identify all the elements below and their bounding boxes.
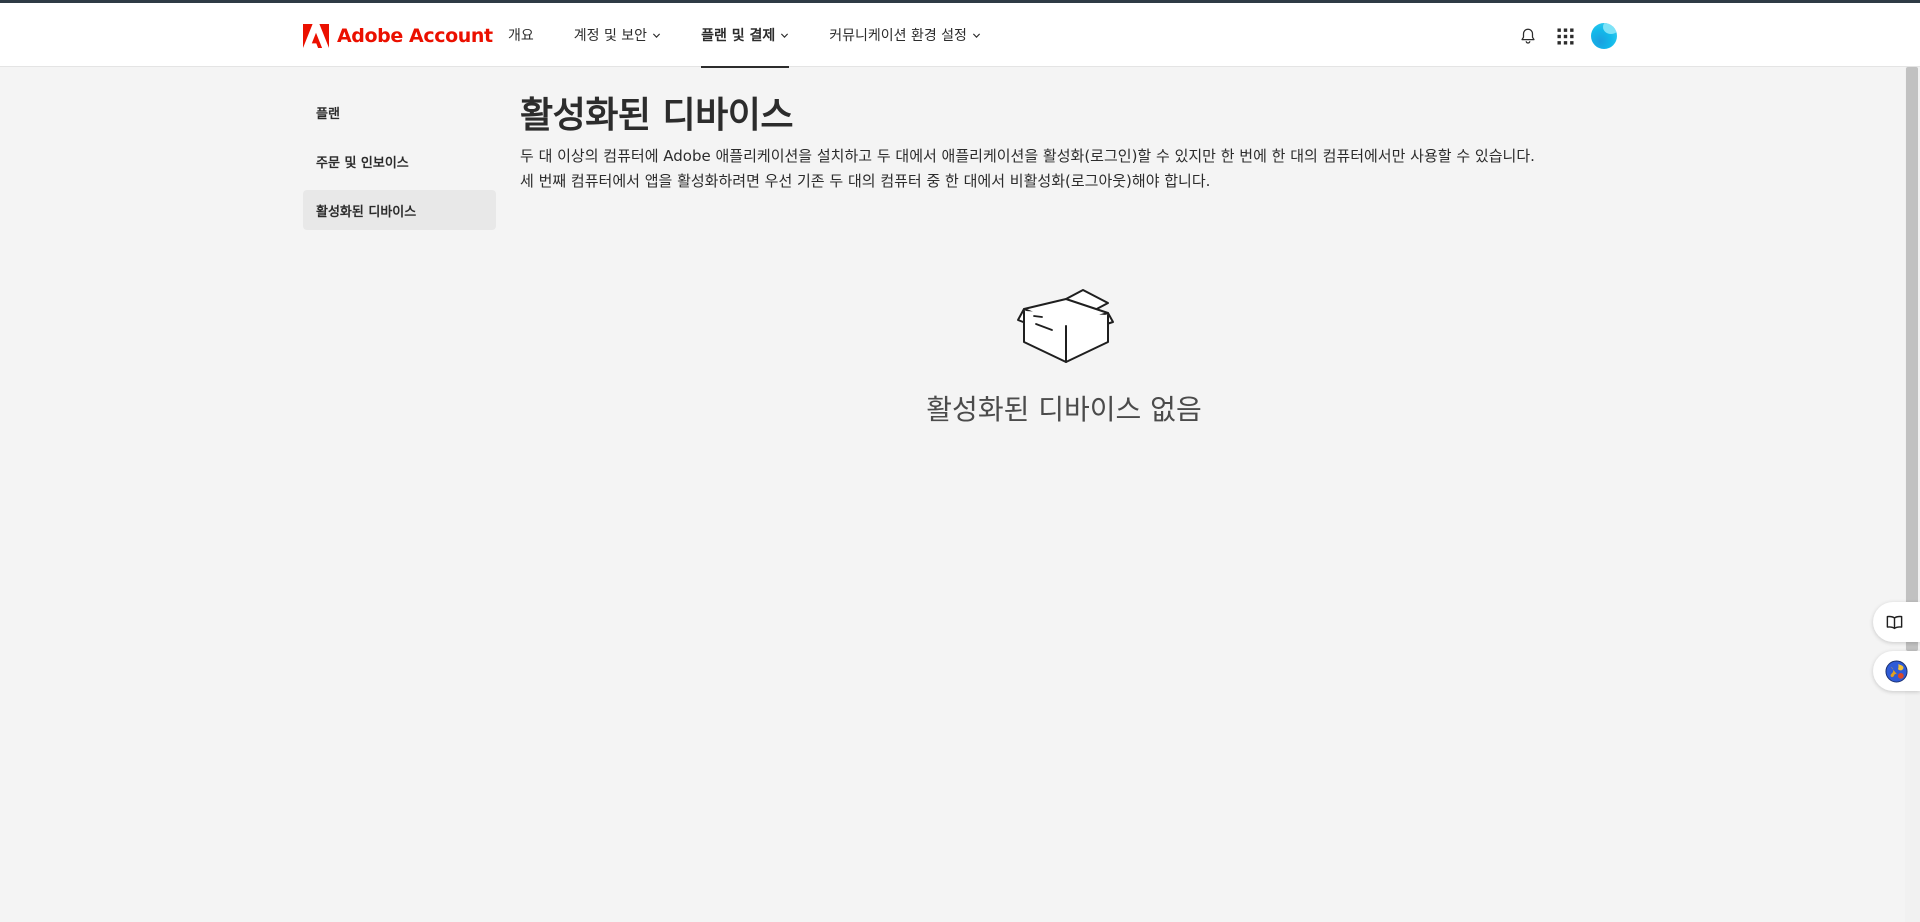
sidebar-item-label: 플랜 [316,106,340,122]
sidebar-item-label: 활성화된 디바이스 [316,204,417,220]
header-actions [1517,22,1617,50]
sidebar-item-label: 주문 및 인보이스 [316,155,409,171]
page-description: 두 대 이상의 컴퓨터에 Adobe 애플리케이션을 설치하고 두 대에서 애플… [520,144,1610,194]
scrollbar-thumb[interactable] [1906,67,1918,651]
open-box-icon [1017,289,1114,363]
page-title: 활성화된 디바이스 [520,95,794,136]
sidebar-item-plans[interactable]: 플랜 [303,92,496,132]
apps-switcher-button[interactable] [1554,25,1576,47]
logo-text: Adobe Account [337,25,493,47]
nav-communication-preferences-label: 커뮤니케이션 환경 설정 [829,28,967,44]
bell-icon [1521,28,1535,44]
empty-state: 활성화된 디바이스 없음 [520,280,1608,428]
top-header: Adobe Account 개요 계정 및 보안 플랜 및 결제 커뮤니케이션 … [0,3,1920,68]
sidebar: 플랜 주문 및 인보이스 활성화된 디바이스 [303,92,496,239]
adobe-account-logo[interactable]: Adobe Account [303,24,493,48]
main-content: 활성화된 디바이스 두 대 이상의 컴퓨터에 Adobe 애플리케이션을 설치하… [520,90,1610,194]
notifications-button[interactable] [1517,25,1539,47]
main-nav: 개요 계정 및 보안 플랜 및 결제 커뮤니케이션 환경 설정 [508,3,1021,68]
sidebar-item-orders-invoices[interactable]: 주문 및 인보이스 [303,141,496,181]
reading-mode-button[interactable] [1873,602,1920,642]
extension-button[interactable] [1873,651,1920,691]
nav-plans-payment[interactable]: 플랜 및 결제 [701,3,790,68]
nav-overview-label: 개요 [508,28,534,44]
description-line-2: 세 번째 컴퓨터에서 앱을 활성화하려면 우선 기존 두 대의 컴퓨터 중 한 … [520,172,1211,190]
chevron-down-icon [781,32,789,38]
description-line-1: 두 대 이상의 컴퓨터에 Adobe 애플리케이션을 설치하고 두 대에서 애플… [520,147,1535,165]
nav-plans-payment-label: 플랜 및 결제 [701,28,776,44]
nav-overview[interactable]: 개요 [508,3,534,67]
empty-state-title: 활성화된 디바이스 없음 [926,393,1202,426]
chevron-down-icon [653,32,661,38]
nav-communication-preferences[interactable]: 커뮤니케이션 환경 설정 [829,3,981,67]
chevron-down-icon [972,32,981,38]
apps-grid-icon [1556,27,1574,45]
nav-account-security-label: 계정 및 보안 [573,28,648,44]
sidebar-item-activated-devices[interactable]: 활성화된 디바이스 [303,190,496,230]
adobe-logo-icon [303,24,329,48]
nav-account-security[interactable]: 계정 및 보안 [574,3,661,67]
extension-globe-icon [1885,659,1908,683]
user-avatar[interactable] [1591,23,1617,49]
book-icon [1886,615,1903,629]
